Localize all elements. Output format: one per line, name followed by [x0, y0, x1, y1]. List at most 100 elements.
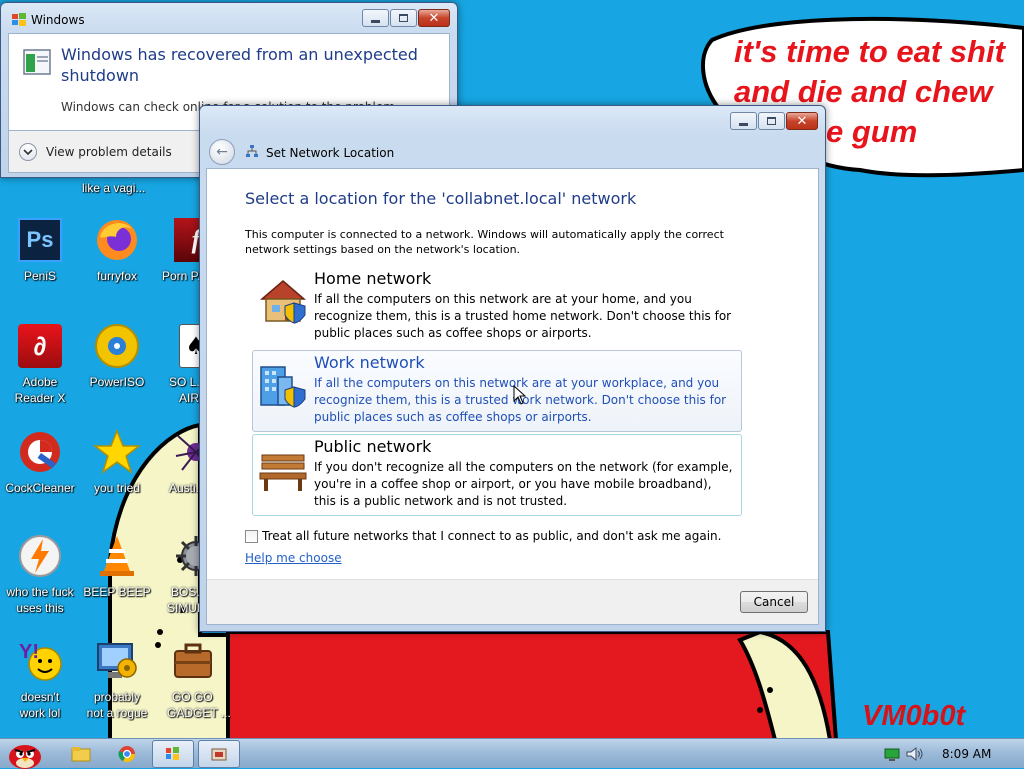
desktop-icon-label-line2: Reader X — [14, 391, 66, 405]
back-button[interactable]: ← — [209, 139, 235, 165]
view-problem-details-label: View problem details — [46, 145, 172, 159]
winamp-bolt-icon — [16, 532, 64, 580]
desktop-icon-who-uses-this[interactable]: who the fuck uses this — [0, 532, 80, 616]
view-problem-details-toggle[interactable]: View problem details — [19, 143, 172, 161]
work-network-option[interactable]: Work network If all the computers on thi… — [252, 350, 742, 432]
desktop-icon-label-line1: Adobe — [22, 375, 58, 389]
desktop-icon-label-line2: GADGET ... — [167, 706, 231, 720]
recovery-caption-buttons: ✕ — [361, 9, 450, 27]
treat-public-checkbox[interactable] — [245, 529, 258, 543]
work-network-title: Work network — [314, 353, 425, 372]
recovered-task-icon — [211, 748, 227, 761]
network-location-window[interactable]: ✕ ← Set Network Location Select a locati… — [199, 105, 826, 632]
desktop-icon-you-tried[interactable]: you tried — [77, 428, 157, 496]
home-network-icon — [259, 280, 307, 324]
chevron-down-icon — [19, 143, 37, 161]
desktop-icon-label-line1: BOS... — [171, 585, 200, 599]
poweriso-icon — [93, 322, 141, 370]
taskbar: 8:09 AM — [0, 738, 1024, 769]
desktop-icon-label-line1: probably — [93, 690, 141, 704]
treat-public-checkbox-label: Treat all future networks that I connect… — [262, 529, 722, 543]
desktop-icon-label: furryfox — [96, 269, 137, 283]
desktop-icon-probably-not-rogue[interactable]: probably not a rogue — [77, 637, 157, 721]
network-status-icon[interactable] — [884, 747, 900, 766]
adobe-reader-icon: ∂ — [16, 322, 64, 370]
desktop-icon-label-line2: uses this — [16, 601, 64, 615]
taskbar-explorer[interactable] — [66, 740, 96, 768]
close-icon: ✕ — [796, 113, 808, 129]
flash-player-icon: f — [172, 216, 200, 264]
recovery-window-title: Windows — [31, 13, 85, 27]
desktop-icon-label-line2: AIR — [179, 391, 200, 405]
desktop-icon-label-line1: GO GO — [172, 690, 213, 704]
briefcase-icon — [169, 637, 217, 685]
network-caption-buttons: ✕ — [729, 112, 818, 130]
network-task-icon — [166, 747, 179, 760]
minimize-icon — [739, 122, 748, 126]
desktop-icon-bos-simul[interactable]: BOS... SIMUL... — [155, 532, 200, 616]
desktop-icon-beep-beep[interactable]: BEEP BEEP — [77, 532, 157, 600]
close-button[interactable]: ✕ — [786, 112, 818, 130]
help-me-choose-link[interactable]: Help me choose — [245, 551, 342, 565]
yahoo-messenger-icon: Y! — [16, 637, 64, 685]
chrome-icon — [118, 746, 136, 763]
minimize-button[interactable] — [362, 9, 389, 27]
star-icon — [93, 428, 141, 476]
home-network-title: Home network — [314, 269, 432, 288]
network-icon — [245, 144, 259, 161]
desktop-icon-austi[interactable]: Austi... — [155, 428, 200, 496]
home-network-description: If all the computers on this network are… — [314, 292, 732, 340]
close-button[interactable]: ✕ — [418, 9, 450, 27]
desktop-icon-solitaire[interactable]: ♠ SO L... AIR — [155, 322, 200, 406]
network-window-title-row: Set Network Location — [245, 144, 394, 161]
network-intro: This computer is connected to a network.… — [245, 228, 724, 256]
windows-flag-icon — [11, 11, 27, 31]
public-network-option[interactable]: Public network If you don't recognize al… — [252, 434, 742, 516]
close-icon: ✕ — [428, 10, 440, 26]
desktop-icon-porn-p[interactable]: f Porn P... — [155, 216, 200, 284]
ccleaner-icon — [16, 428, 64, 476]
treat-public-checkbox-row[interactable]: Treat all future networks that I connect… — [245, 529, 721, 543]
maximize-icon — [767, 117, 776, 125]
desktop-icon-label: CockCleaner — [5, 481, 75, 495]
gear-ball-icon — [172, 532, 200, 580]
desktop-icon-penis[interactable]: Ps PeniS — [0, 216, 80, 284]
application-window-icon — [23, 48, 51, 80]
recovery-titlebar[interactable]: Windows ✕ — [1, 3, 457, 31]
mouse-cursor-icon — [513, 385, 527, 405]
minimize-button[interactable] — [730, 112, 757, 130]
photoshop-icon: Ps — [16, 216, 64, 264]
desktop-icon-doesnt-work[interactable]: Y! doesn't work lol — [0, 637, 80, 721]
taskbar-recovered-window[interactable] — [198, 740, 240, 768]
public-network-description: If you don't recognize all the computers… — [314, 460, 733, 508]
cancel-button[interactable]: Cancel — [740, 591, 808, 613]
desktop-icon-label: you tried — [93, 481, 141, 495]
taskbar-network-window[interactable] — [152, 740, 194, 768]
solitaire-icon: ♠ — [172, 322, 200, 370]
desktop-icon-label: Porn P... — [162, 269, 200, 283]
work-network-icon — [260, 366, 306, 408]
desktop-icon-label: BEEP BEEP — [83, 585, 151, 599]
watermark-logo: VM0b0t — [862, 700, 966, 732]
speaker-volume-icon[interactable] — [906, 746, 924, 766]
desktop-icon-label: PowerISO — [89, 375, 145, 389]
desktop-icon-poweriso[interactable]: PowerISO — [77, 322, 157, 390]
desktop-icon-furryfox[interactable]: furryfox — [77, 216, 157, 284]
home-network-option[interactable]: Home network If all the computers on thi… — [252, 266, 742, 348]
network-titlebar[interactable]: ✕ — [200, 106, 825, 134]
maximize-button[interactable] — [390, 9, 417, 27]
speech-line-1: it's time to eat shit — [734, 34, 1005, 69]
desktop-icon-go-go-gadget[interactable]: GO GO GADGET ... — [155, 637, 231, 721]
maximize-button[interactable] — [758, 112, 785, 130]
recovery-heading: Windows has recovered from an unexpected… — [61, 45, 418, 85]
spider-icon — [172, 428, 200, 476]
desktop-icon-label-line2: SIMUL... — [167, 601, 200, 615]
desktop-icon-adobe-reader[interactable]: ∂ Adobe Reader X — [0, 322, 80, 406]
taskbar-chrome[interactable] — [112, 740, 142, 768]
desktop-icon-label-line2: work lol — [19, 706, 61, 720]
public-network-title: Public network — [314, 437, 432, 456]
clock-time[interactable]: 8:09 AM — [942, 747, 991, 761]
desktop-icon-cockcleaner[interactable]: CockCleaner — [0, 428, 80, 496]
start-button[interactable] — [2, 740, 48, 769]
network-heading: Select a location for the 'collabnet.loc… — [245, 189, 637, 208]
